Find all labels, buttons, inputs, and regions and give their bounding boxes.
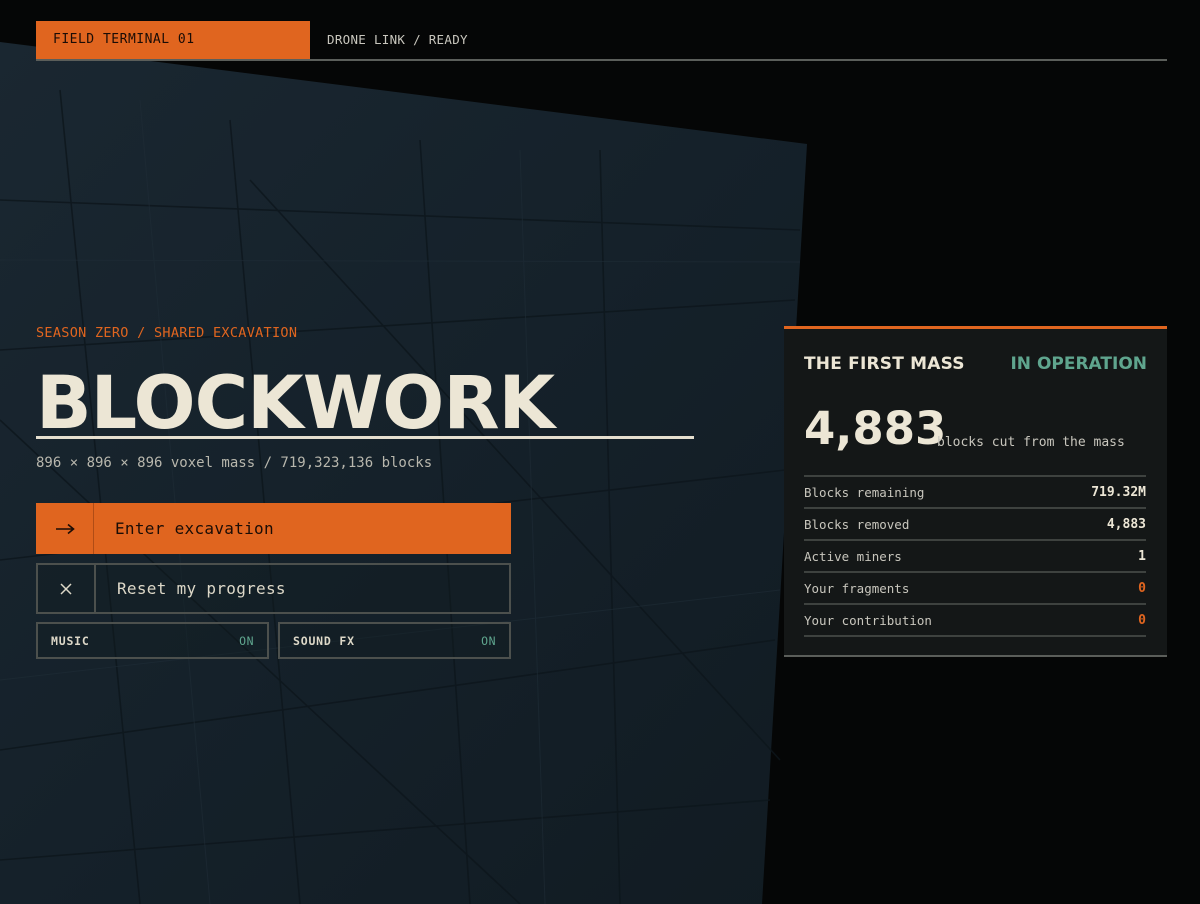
stat-label: Your fragments — [804, 580, 910, 596]
mass-dimensions: 896 × 896 × 896 voxel mass / 719,323,136… — [36, 455, 433, 471]
season-kicker: SEASON ZERO / SHARED EXCAVATION — [36, 325, 298, 341]
stat-row-blocks-removed: Blocks removed 4,883 — [804, 509, 1146, 541]
top-bar: FIELD TERMINAL 01 DRONE LINK / READY — [36, 21, 1167, 61]
stat-row-your-fragments: Your fragments 0 — [804, 573, 1146, 605]
sound-fx-toggle-state: ON — [481, 633, 496, 648]
mass-name: THE FIRST MASS — [804, 354, 965, 374]
stat-label: Active miners — [804, 548, 902, 564]
sound-fx-toggle-label: SOUND FX — [293, 633, 355, 648]
drone-link-status: DRONE LINK / READY — [327, 32, 468, 47]
reset-progress-button[interactable]: Reset my progress — [36, 563, 511, 614]
reset-progress-label: Reset my progress — [117, 579, 286, 598]
mass-status-panel: THE FIRST MASS IN OPERATION 4,883 blocks… — [784, 326, 1167, 657]
arrow-right-icon — [36, 503, 94, 554]
stat-label: Blocks removed — [804, 516, 910, 532]
stat-value: 4,883 — [1106, 516, 1146, 532]
stat-value: 0 — [1138, 580, 1146, 596]
stat-row-your-contribution: Your contribution 0 — [804, 605, 1146, 637]
stat-row-blocks-remaining: Blocks remaining 719.32M — [804, 477, 1146, 509]
enter-excavation-button[interactable]: Enter excavation — [36, 503, 511, 554]
music-toggle[interactable]: MUSIC ON — [36, 622, 269, 659]
sound-fx-toggle[interactable]: SOUND FX ON — [278, 622, 511, 659]
stat-label: Blocks remaining — [804, 484, 925, 500]
stat-label: Your contribution — [804, 612, 932, 628]
stat-value: 1 — [1138, 548, 1146, 564]
terminal-label: FIELD TERMINAL 01 — [36, 21, 310, 59]
blocks-cut-caption: blocks cut from the mass — [937, 435, 1125, 450]
music-toggle-label: MUSIC — [51, 633, 90, 648]
close-icon — [38, 565, 96, 612]
stats-table: Blocks remaining 719.32M Blocks removed … — [804, 475, 1146, 637]
stat-value: 0 — [1138, 612, 1146, 628]
stat-row-active-miners: Active miners 1 — [804, 541, 1146, 573]
blocks-cut-count: 4,883 — [804, 402, 947, 455]
game-title: BLOCKWORK — [36, 358, 694, 439]
mass-status-badge: IN OPERATION — [1010, 354, 1147, 374]
game-screen: FIELD TERMINAL 01 DRONE LINK / READY SEA… — [0, 0, 1200, 904]
music-toggle-state: ON — [239, 633, 254, 648]
stat-value: 719.32M — [1091, 484, 1146, 500]
enter-excavation-label: Enter excavation — [115, 519, 274, 538]
